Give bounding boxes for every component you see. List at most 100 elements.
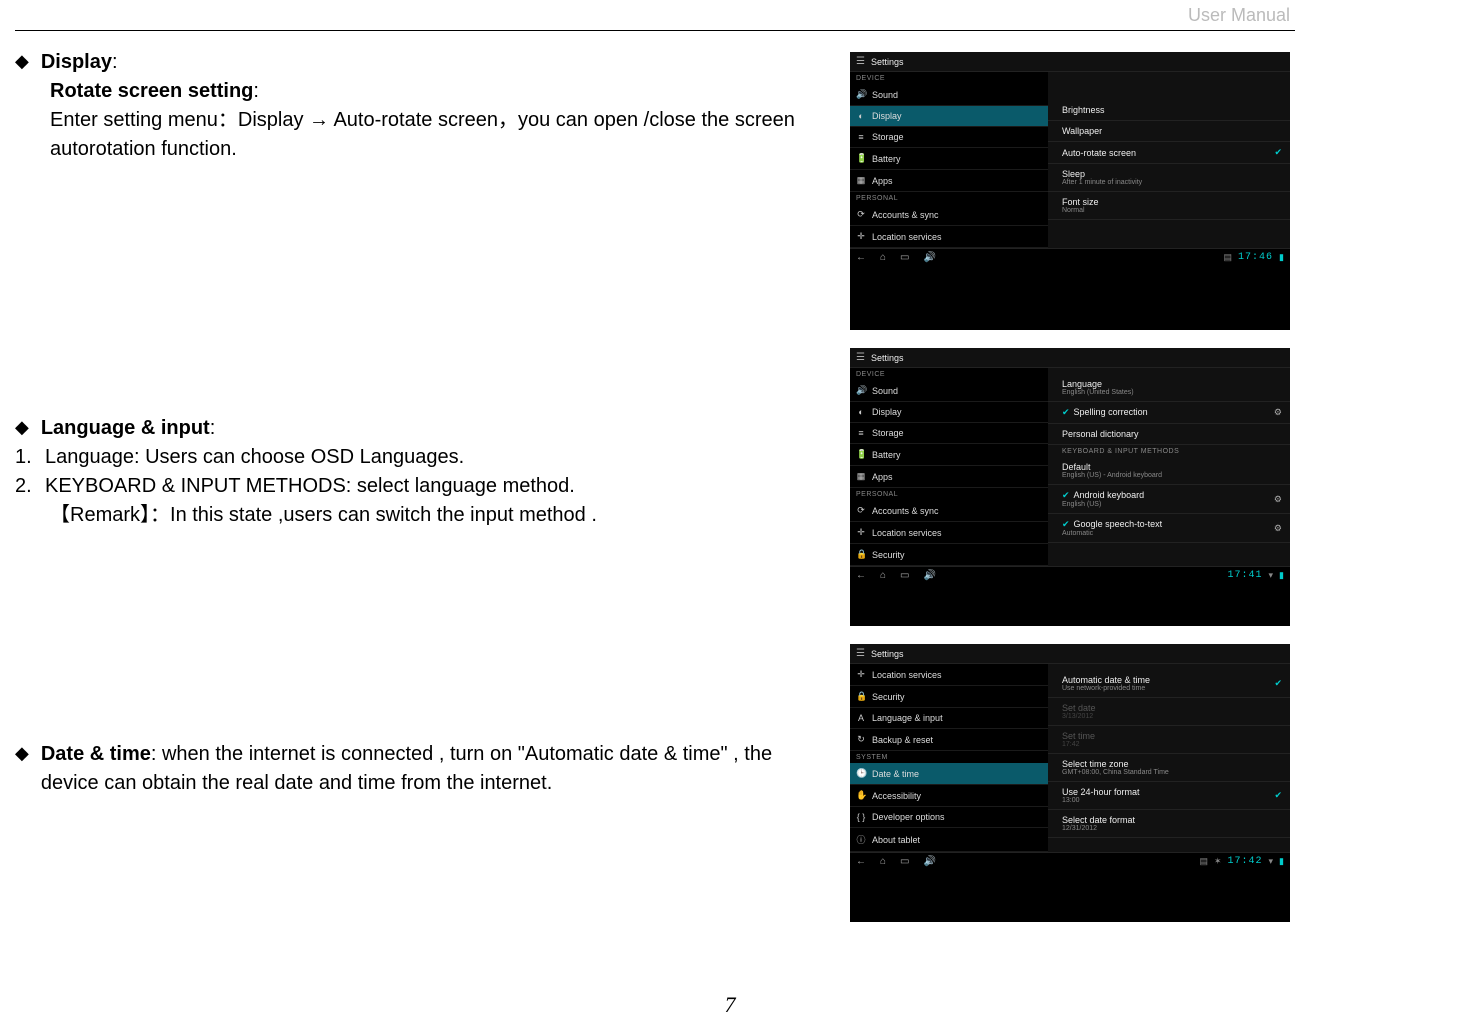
sidebar-item-storage[interactable]: ≡Storage xyxy=(850,127,1048,148)
language-item2: KEYBOARD & INPUT METHODS: select languag… xyxy=(45,472,575,501)
setting-fontsize[interactable]: Font sizeNormal xyxy=(1048,192,1290,220)
sidebar-item-accounts[interactable]: ⟳Accounts & sync xyxy=(850,500,1048,522)
storage-icon: ≡ xyxy=(856,428,866,438)
language-title: Language & input xyxy=(41,417,210,439)
screenshot-display: ☰ Settings DEVICE 🔊Sound ◐Display ≡Stora… xyxy=(850,52,1290,330)
sidebar-item-sound[interactable]: 🔊Sound xyxy=(850,84,1048,106)
display-title: Display xyxy=(41,51,112,73)
sidebar-item-storage[interactable]: ≡Storage xyxy=(850,423,1048,444)
back-nav-icon[interactable]: ← xyxy=(856,856,866,867)
battery-icon: 🔋 xyxy=(856,449,866,460)
lock-icon: 🔒 xyxy=(856,549,866,560)
language-remark: 【Remark】：In this state ,users can switch… xyxy=(50,501,835,530)
list-number: 2. xyxy=(15,472,45,501)
check-icon[interactable]: ✔ xyxy=(1274,147,1282,158)
screenshot-header: ☰ Settings xyxy=(850,52,1290,72)
check-icon[interactable]: ✔ xyxy=(1274,678,1282,689)
check-icon[interactable]: ✔ xyxy=(1062,519,1070,529)
setting-google-speech[interactable]: ✔Google speech-to-textAutomatic⚙ xyxy=(1048,514,1290,543)
recent-nav-icon[interactable]: ▭ xyxy=(900,570,909,581)
sidebar-item-datetime[interactable]: 🕒Date & time xyxy=(850,763,1048,785)
check-icon[interactable]: ✔ xyxy=(1062,490,1070,500)
back-nav-icon[interactable]: ← xyxy=(856,252,866,263)
setting-auto-datetime[interactable]: Automatic date & timeUse network-provide… xyxy=(1048,670,1290,698)
sidebar-item-developer[interactable]: { }Developer options xyxy=(850,807,1048,828)
location-icon: ✛ xyxy=(856,231,866,242)
setting-language[interactable]: LanguageEnglish (United States) xyxy=(1048,374,1290,402)
setting-personal-dict[interactable]: Personal dictionary xyxy=(1048,424,1290,445)
language-item1: Language: Users can choose OSD Languages… xyxy=(45,443,464,472)
setting-brightness[interactable]: Brightness xyxy=(1048,100,1290,121)
home-nav-icon[interactable]: ⌂ xyxy=(880,570,886,581)
backup-icon: ↻ xyxy=(856,734,866,745)
category-label: SYSTEM xyxy=(850,751,1048,763)
sidebar-item-location[interactable]: ✛Location services xyxy=(850,522,1048,544)
sidebar-item-accounts[interactable]: ⟳Accounts & sync xyxy=(850,204,1048,226)
category-label: DEVICE xyxy=(850,72,1048,84)
setting-timezone[interactable]: Select time zoneGMT+08:00, China Standar… xyxy=(1048,754,1290,782)
bullet-diamond-icon: ◆ xyxy=(15,48,29,77)
setting-wallpaper[interactable]: Wallpaper xyxy=(1048,121,1290,142)
sidebar-item-location[interactable]: ✛Location services xyxy=(850,226,1048,248)
check-icon[interactable]: ✔ xyxy=(1274,790,1282,801)
screenshot-language: ☰ Settings DEVICE 🔊Sound ◐Display ≡Stora… xyxy=(850,348,1290,626)
sound-icon: 🔊 xyxy=(856,89,866,100)
sd-icon: ▤ xyxy=(1199,856,1208,867)
category-label: PERSONAL xyxy=(850,192,1048,204)
tune-icon[interactable]: ⚙ xyxy=(1274,407,1282,418)
hand-icon: ✋ xyxy=(856,790,866,801)
volume-nav-icon[interactable]: 🔊 xyxy=(924,856,936,867)
screenshot-title: Settings xyxy=(871,57,904,67)
apps-icon: ▦ xyxy=(856,471,866,482)
battery-status-icon: ▮ xyxy=(1279,570,1284,581)
battery-status-icon: ▮ xyxy=(1279,856,1284,867)
location-icon: ✛ xyxy=(856,669,866,680)
sidebar-item-language-input[interactable]: ALanguage & input xyxy=(850,708,1048,729)
check-icon[interactable]: ✔ xyxy=(1062,407,1070,417)
volume-nav-icon[interactable]: 🔊 xyxy=(924,252,936,263)
setting-spelling[interactable]: ✔Spelling correction⚙ xyxy=(1048,402,1290,424)
sidebar-item-security[interactable]: 🔒Security xyxy=(850,544,1048,566)
language-icon: A xyxy=(856,713,866,723)
back-nav-icon[interactable]: ← xyxy=(856,570,866,581)
lock-icon: 🔒 xyxy=(856,691,866,702)
sync-icon: ⟳ xyxy=(856,209,866,220)
back-icon[interactable]: ☰ xyxy=(856,56,865,67)
sidebar-item-security[interactable]: 🔒Security xyxy=(850,686,1048,708)
tune-icon[interactable]: ⚙ xyxy=(1274,523,1282,534)
category-label: PERSONAL xyxy=(850,488,1048,500)
screenshots-column: ☰ Settings DEVICE 🔊Sound ◐Display ≡Stora… xyxy=(850,52,1290,940)
setting-24hour[interactable]: Use 24-hour format13:00✔ xyxy=(1048,782,1290,810)
sidebar-item-backup[interactable]: ↻Backup & reset xyxy=(850,729,1048,751)
screenshot-header: ☰ Settings xyxy=(850,644,1290,664)
back-icon[interactable]: ☰ xyxy=(856,352,865,363)
back-icon[interactable]: ☰ xyxy=(856,648,865,659)
document-body: ◆ Display: Rotate screen setting: Enter … xyxy=(15,40,835,818)
setting-android-keyboard[interactable]: ✔Android keyboardEnglish (US)⚙ xyxy=(1048,485,1290,514)
sidebar-item-apps[interactable]: ▦Apps xyxy=(850,466,1048,488)
volume-nav-icon[interactable]: 🔊 xyxy=(924,570,936,581)
tune-icon[interactable]: ⚙ xyxy=(1274,494,1282,505)
sidebar-item-apps[interactable]: ▦Apps xyxy=(850,170,1048,192)
storage-icon: ≡ xyxy=(856,132,866,142)
rotate-subtitle: Rotate screen setting xyxy=(50,80,253,102)
setting-autorotate[interactable]: Auto-rotate screen✔ xyxy=(1048,142,1290,164)
sd-icon: ▤ xyxy=(1224,252,1233,263)
setting-sleep[interactable]: SleepAfter 1 minute of inactivity xyxy=(1048,164,1290,192)
sidebar-item-display[interactable]: ◐Display xyxy=(850,402,1048,423)
sidebar-item-location[interactable]: ✛Location services xyxy=(850,664,1048,686)
wifi-status-icon: ▾ xyxy=(1269,856,1274,867)
recent-nav-icon[interactable]: ▭ xyxy=(900,856,909,867)
home-nav-icon[interactable]: ⌂ xyxy=(880,252,886,263)
section-language: ◆ Language & input: 1.Language: Users ca… xyxy=(15,414,835,530)
sidebar-item-battery[interactable]: 🔋Battery xyxy=(850,148,1048,170)
sidebar-item-accessibility[interactable]: ✋Accessibility xyxy=(850,785,1048,807)
sidebar-item-sound[interactable]: 🔊Sound xyxy=(850,380,1048,402)
sidebar-item-battery[interactable]: 🔋Battery xyxy=(850,444,1048,466)
home-nav-icon[interactable]: ⌂ xyxy=(880,856,886,867)
sidebar-item-about[interactable]: ⓘAbout tablet xyxy=(850,828,1048,852)
recent-nav-icon[interactable]: ▭ xyxy=(900,252,909,263)
setting-date-format[interactable]: Select date format12/31/2012 xyxy=(1048,810,1290,838)
setting-default-ime[interactable]: DefaultEnglish (US) - Android keyboard xyxy=(1048,457,1290,485)
sidebar-item-display[interactable]: ◐Display xyxy=(850,106,1048,127)
